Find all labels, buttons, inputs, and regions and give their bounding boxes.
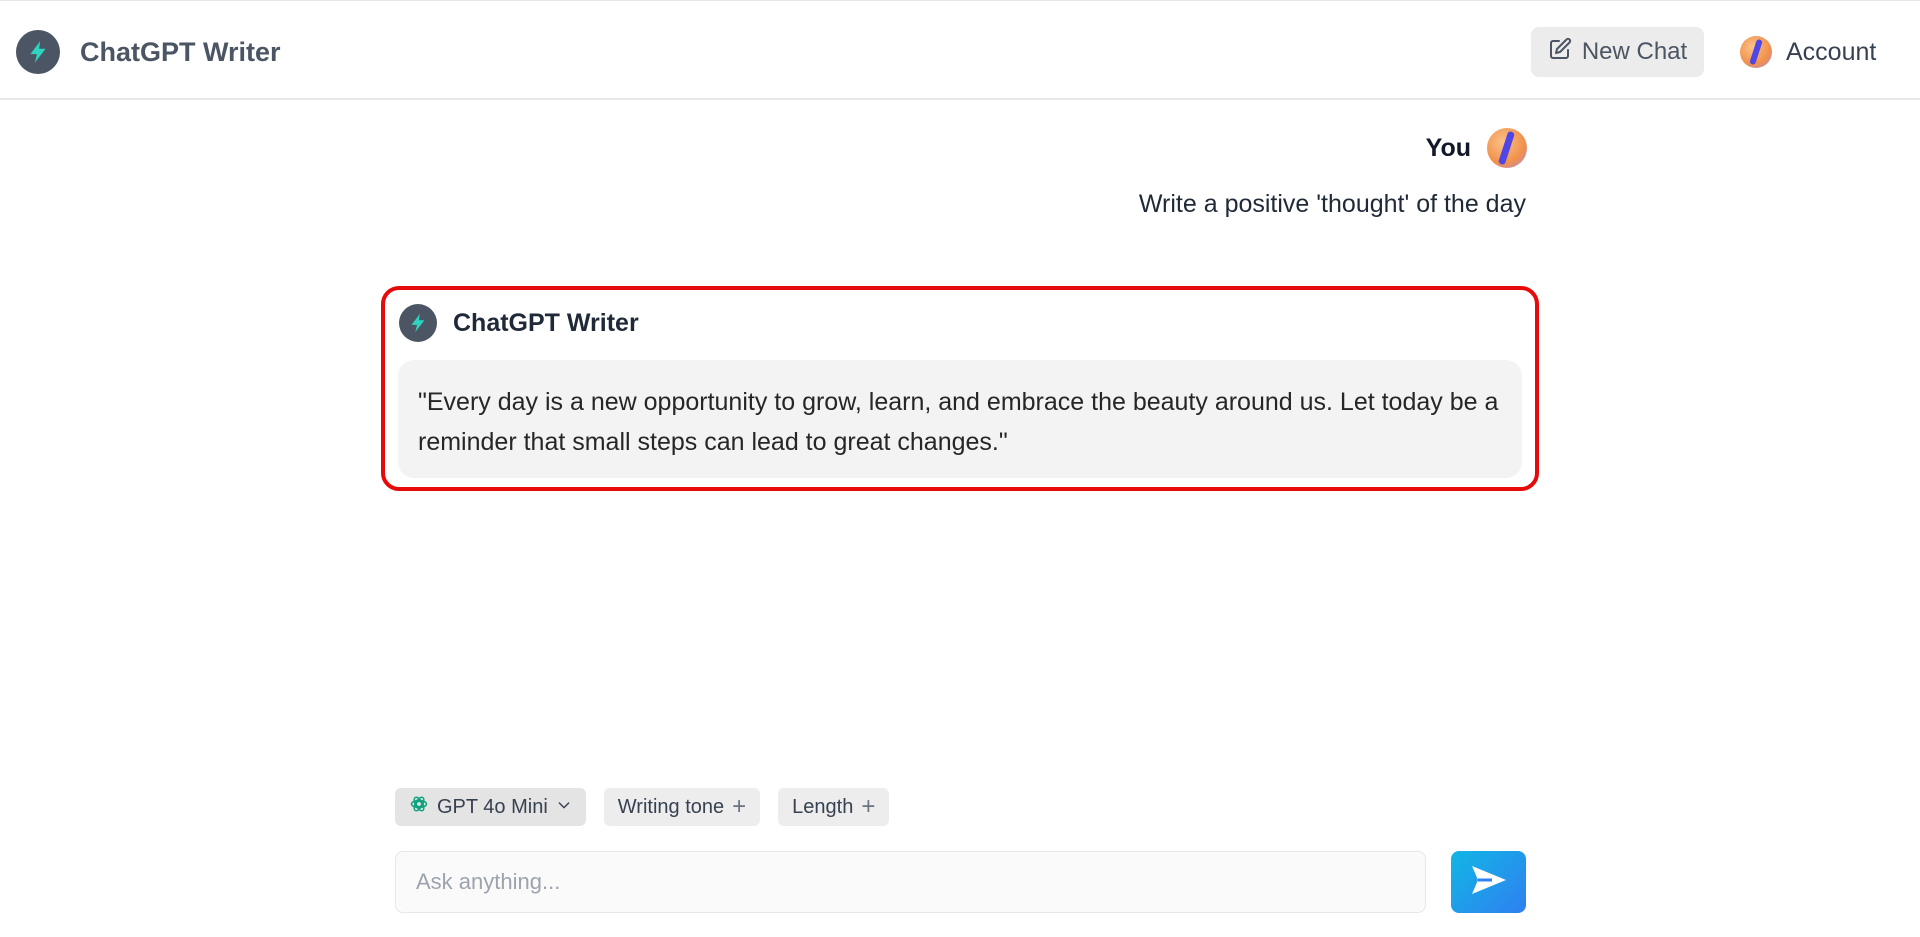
account-avatar [1740,36,1772,68]
assistant-message-text: "Every day is a new opportunity to grow,… [398,360,1522,478]
plus-icon: + [861,793,876,820]
writing-tone-button[interactable]: Writing tone + [603,788,761,826]
top-bar: ChatGPT Writer New Chat Account [0,0,1920,100]
account-button[interactable]: Account [1740,27,1876,77]
model-selector[interactable]: GPT 4o Mini [395,788,586,826]
writing-tone-label: Writing tone [617,795,725,818]
length-button[interactable]: Length + [778,788,890,826]
user-name: You [1425,133,1471,162]
brand[interactable]: ChatGPT Writer [16,30,281,74]
assistant-message: ChatGPT Writer "Every day is a new oppor… [381,286,1539,491]
send-icon [1470,864,1508,901]
model-label: GPT 4o Mini [437,795,548,818]
openai-icon [409,794,429,820]
account-label: Account [1786,37,1877,66]
edit-icon [1548,37,1572,68]
assistant-message-header: ChatGPT Writer [399,304,639,342]
chevron-down-icon [556,796,572,819]
user-message-header: You [1426,128,1527,168]
ask-input[interactable] [395,851,1426,913]
user-message: Write a positive 'thought' of the day [1138,190,1526,218]
app-title: ChatGPT Writer [80,36,281,67]
bolt-logo-icon [399,304,437,342]
send-button[interactable] [1451,851,1526,913]
assistant-name: ChatGPT Writer [453,308,639,337]
composer-options: GPT 4o Mini Writing tone + Length + [395,788,890,826]
user-avatar [1487,128,1527,168]
bolt-logo-icon [16,30,60,74]
length-label: Length [792,795,854,818]
plus-icon: + [732,793,747,820]
new-chat-button[interactable]: New Chat [1531,27,1704,77]
new-chat-label: New Chat [1581,38,1688,65]
